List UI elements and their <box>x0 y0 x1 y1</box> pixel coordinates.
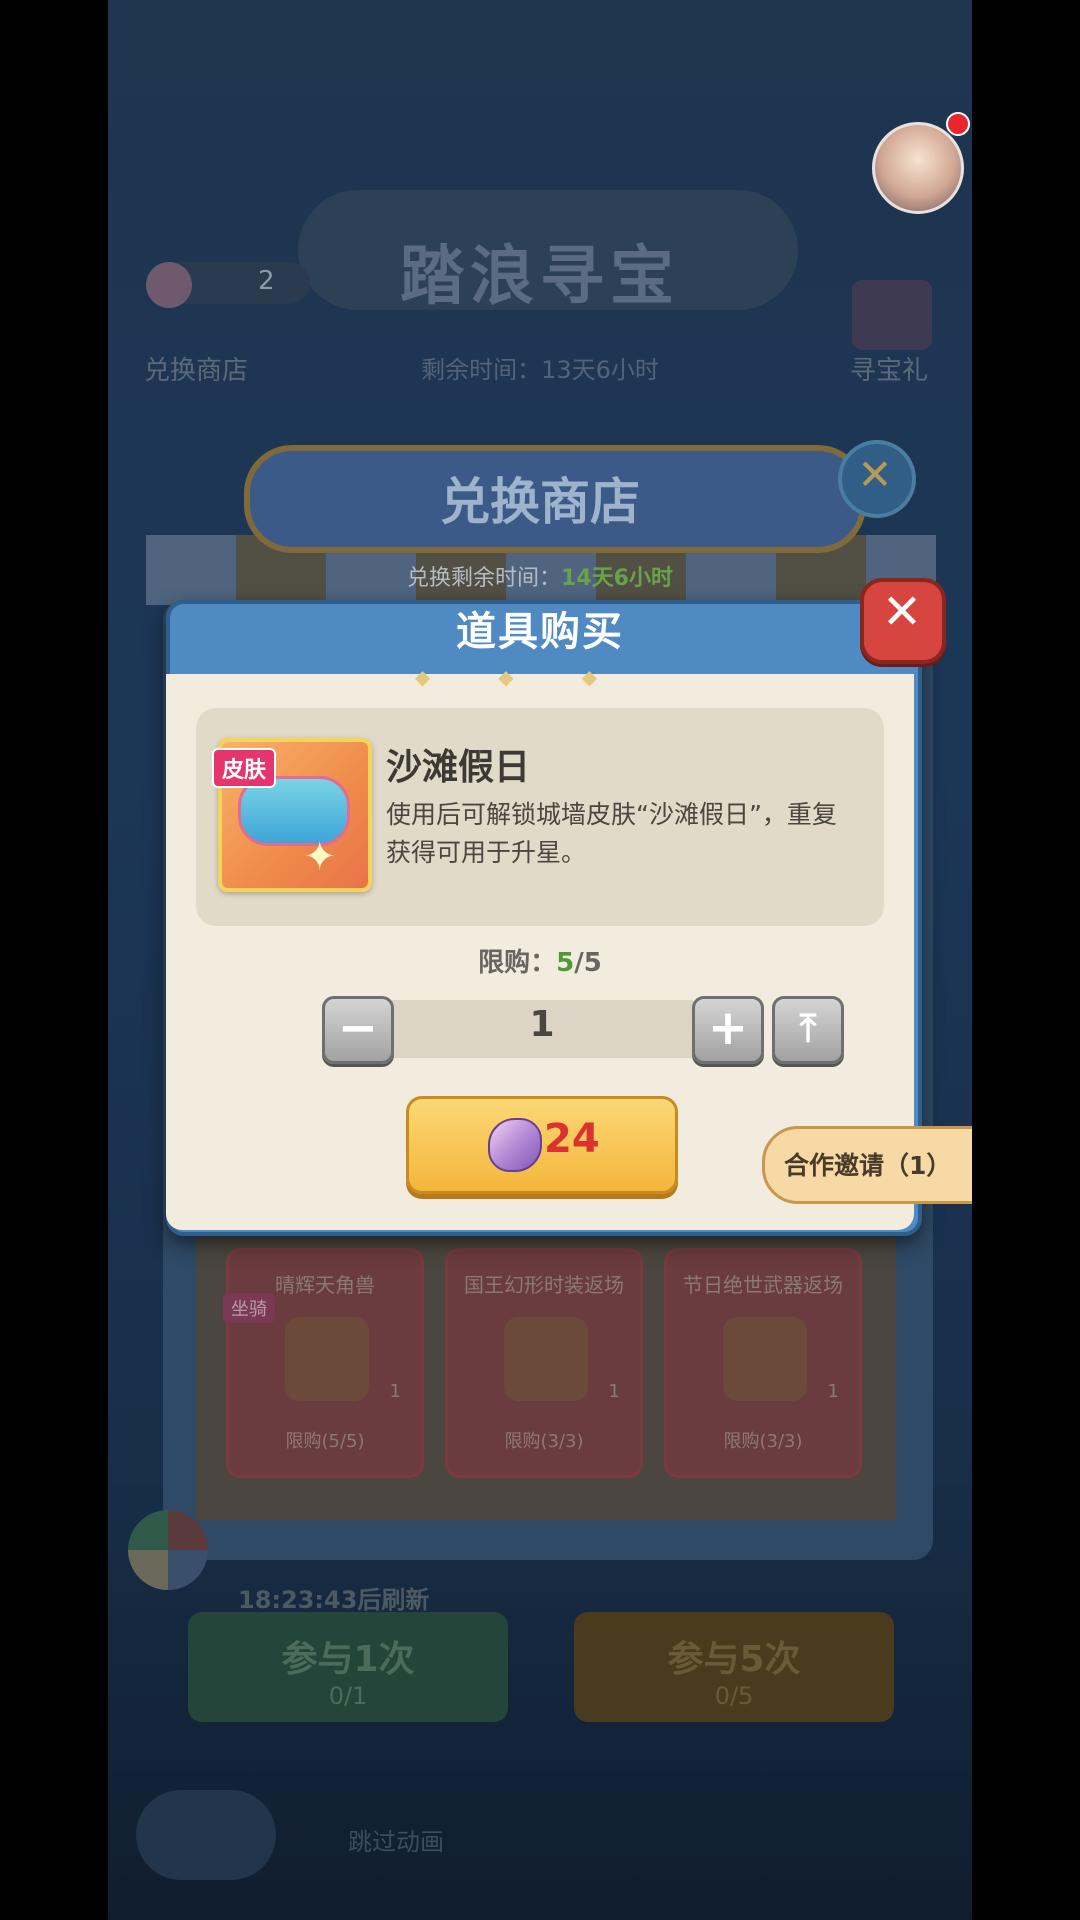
card-title: 国王幻形时装返场 <box>464 1273 624 1297</box>
sparkle-icon: ✦ <box>303 834 337 880</box>
purchase-limit: 限购：5/5 <box>108 942 972 979</box>
dialog-title: 道具购买 <box>456 609 624 655</box>
shop-cards: 晴辉天角兽 坐骑 1 限购(5/5) 国王幻形时装返场 1 限购(3/3) 节日… <box>223 1248 876 1478</box>
card-quantity: 1 <box>608 1381 620 1402</box>
back-button[interactable] <box>136 1790 276 1880</box>
item-description: 使用后可解锁城墙皮肤“沙滩假日”，重复获得可用于升星。 <box>386 800 837 867</box>
skin-tag: 皮肤 <box>212 748 277 788</box>
limit-total: /5 <box>574 948 602 978</box>
avatar[interactable] <box>872 122 964 214</box>
minus-button[interactable]: − <box>322 996 394 1064</box>
minus-icon: − <box>337 1000 379 1056</box>
card-limit: 限购(3/3) <box>723 1431 803 1452</box>
limit-label: 限购： <box>478 948 557 978</box>
limit-current: 5 <box>556 948 575 978</box>
chest-icon <box>504 1317 588 1401</box>
draw-once-label: 参与1次 <box>281 1639 415 1680</box>
unicorn-icon <box>285 1317 369 1401</box>
card-limit: 限购(5/5) <box>285 1431 365 1452</box>
card-title: 节日绝世武器返场 <box>683 1273 843 1297</box>
skip-animation-toggle[interactable]: 跳过动画 <box>348 1822 444 1857</box>
shop-card[interactable]: 节日绝世武器返场 1 限购(3/3) <box>664 1248 862 1478</box>
shop-timer-value: 14天6小时 <box>561 566 673 591</box>
card-quantity: 1 <box>389 1381 401 1402</box>
quantity-value[interactable]: 1 <box>386 1004 698 1045</box>
close-icon[interactable]: ✕ <box>860 584 944 640</box>
shell-icon <box>146 262 192 308</box>
notification-dot <box>946 112 970 136</box>
event-remaining-time: 剩余时间：13天6小时 <box>421 356 659 384</box>
max-icon: ⤒ <box>799 1006 817 1050</box>
gift-icon <box>852 280 932 350</box>
ornament: ◆◆◆ <box>414 665 666 689</box>
game-screen: 踏浪寻宝 2 兑换商店 剩余时间：13天6小时 寻宝礼 兑换商店 ✕ 兑换剩余时… <box>108 0 972 1920</box>
mount-tag: 坐骑 <box>223 1293 275 1323</box>
draw-five-cost: 0/5 <box>714 1682 754 1710</box>
shop-timer: 兑换剩余时间：14天6小时 <box>108 560 972 592</box>
shop-card[interactable]: 国王幻形时装返场 1 限购(3/3) <box>445 1248 643 1478</box>
plus-icon: + <box>707 1000 749 1056</box>
card-limit: 限购(3/3) <box>504 1431 584 1452</box>
buy-button[interactable] <box>406 1096 678 1194</box>
close-icon: ✕ <box>857 450 893 499</box>
shop-timer-label: 兑换剩余时间： <box>407 566 562 591</box>
item-name: 沙滩假日 <box>386 747 531 788</box>
draw-once-cost: 0/1 <box>328 1682 368 1710</box>
price-label: 24 <box>544 1116 600 1162</box>
shop-card[interactable]: 晴辉天角兽 坐骑 1 限购(5/5) <box>223 1248 424 1478</box>
treasure-label: 寻宝礼 <box>850 356 929 386</box>
beach-ball-icon <box>128 1510 208 1590</box>
gift-box-icon <box>723 1317 807 1401</box>
refresh-countdown: 18:23:43后刷新 <box>238 1586 430 1614</box>
invite-label: 合作邀请（1） <box>784 1151 952 1180</box>
shell-icon <box>488 1118 542 1172</box>
currency-count: 2 <box>258 266 275 296</box>
plus-button[interactable]: + <box>692 996 764 1064</box>
draw-five-label: 参与5次 <box>667 1639 801 1680</box>
card-quantity: 1 <box>827 1381 839 1402</box>
max-button[interactable]: ⤒ <box>772 996 844 1064</box>
